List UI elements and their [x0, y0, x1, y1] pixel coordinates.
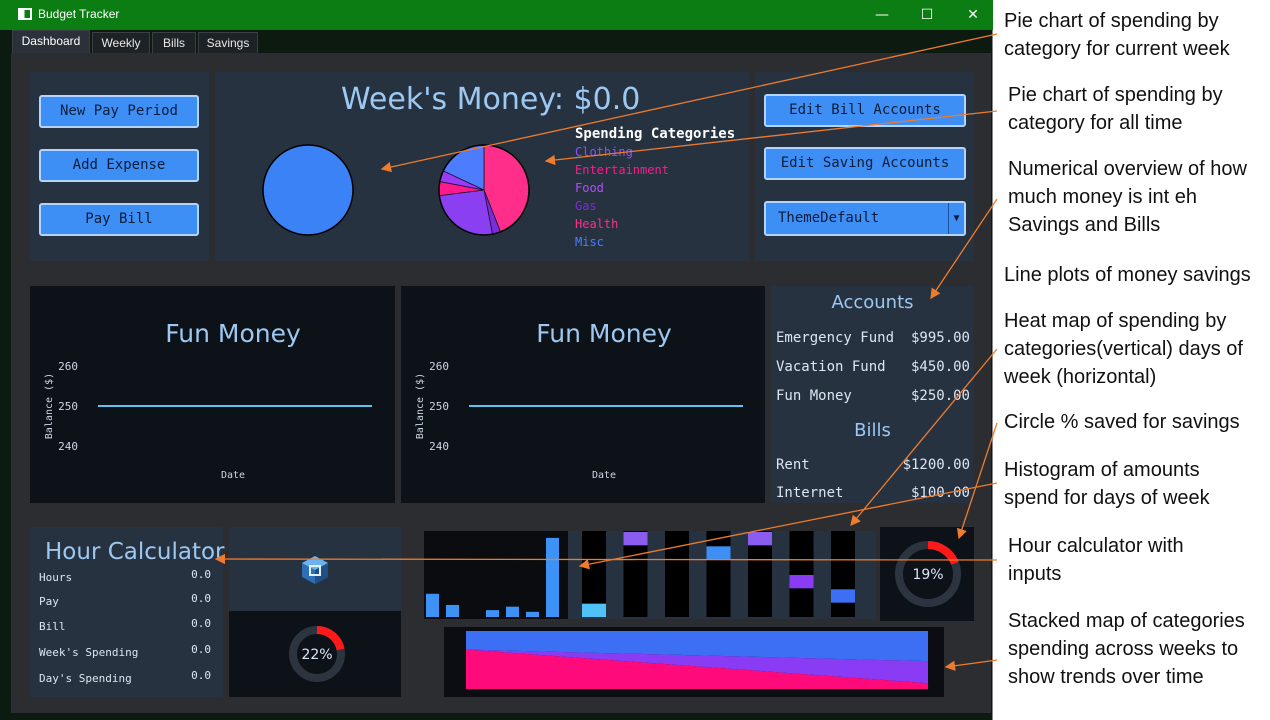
- arrow-histogram: [578, 482, 998, 570]
- arrow-accounts: [930, 198, 998, 300]
- arrow-hour-calculator: [214, 553, 998, 565]
- arrow-stacked-map: [944, 659, 998, 671]
- arrow-savings-circle: [956, 422, 998, 540]
- annotation-arrows: [214, 33, 998, 671]
- screenshot-stage: Budget Tracker — ☐ ✕ Dashboard Weekly Bi…: [0, 0, 1270, 720]
- arrow-current-week-pie: [380, 33, 998, 173]
- arrow-heatmap: [850, 348, 998, 527]
